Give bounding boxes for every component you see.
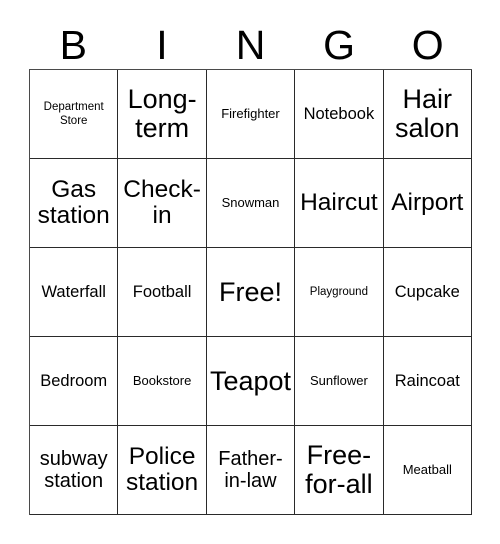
bingo-cell-label: Waterfall bbox=[41, 282, 106, 301]
bingo-cell-free-space[interactable]: Free! bbox=[206, 248, 296, 337]
bingo-cell-label: Notebook bbox=[303, 104, 375, 123]
bingo-cell[interactable]: Raincoat bbox=[383, 337, 472, 426]
bingo-cell-label: Police station bbox=[126, 442, 199, 496]
bingo-cell-label: Father- in-law bbox=[218, 448, 283, 492]
bingo-cell[interactable]: Bookstore bbox=[118, 337, 207, 426]
bingo-cell[interactable]: Department Store bbox=[30, 70, 119, 159]
bingo-cell-label: Football bbox=[132, 282, 192, 301]
bingo-cell-label: Haircut bbox=[300, 188, 378, 216]
bingo-cell-label: Teapot bbox=[209, 365, 292, 396]
bingo-header-row: B I N G O bbox=[29, 22, 472, 69]
bingo-cell-label: Long- term bbox=[127, 84, 197, 143]
bingo-cell-label: Free! bbox=[218, 276, 282, 307]
bingo-cell-label: Hair salon bbox=[395, 84, 460, 143]
bingo-cell[interactable]: Football bbox=[118, 248, 207, 337]
bingo-header-letter-o: O bbox=[411, 22, 444, 68]
bingo-cell-label: Check- in bbox=[123, 175, 201, 229]
bingo-grid: Department Store Long- term Firefighter … bbox=[29, 69, 472, 515]
bingo-cell[interactable]: Bedroom bbox=[30, 337, 119, 426]
bingo-cell[interactable]: Sunflower bbox=[295, 337, 384, 426]
bingo-cell-label: subway station bbox=[39, 448, 108, 492]
bingo-cell[interactable]: Notebook bbox=[295, 70, 384, 159]
bingo-cell[interactable]: Meatball bbox=[383, 426, 472, 515]
bingo-cell[interactable]: Gas station bbox=[30, 159, 119, 248]
bingo-cell[interactable]: Snowman bbox=[206, 159, 296, 248]
bingo-cell[interactable]: Cupcake bbox=[383, 248, 472, 337]
bingo-cell[interactable]: Long- term bbox=[118, 70, 207, 159]
bingo-cell-label: Playground bbox=[309, 285, 368, 298]
bingo-cell[interactable]: Hair salon bbox=[383, 70, 472, 159]
bingo-cell-label: Bookstore bbox=[132, 373, 192, 389]
bingo-cell[interactable]: Haircut bbox=[295, 159, 384, 248]
bingo-cell-label: Free- for-all bbox=[305, 440, 373, 499]
bingo-cell-label: Cupcake bbox=[394, 282, 460, 301]
bingo-header-letter-n: N bbox=[235, 22, 266, 68]
bingo-cell-label: Bedroom bbox=[40, 371, 108, 390]
bingo-cell[interactable]: Waterfall bbox=[30, 248, 119, 337]
bingo-header-letter-g: G bbox=[323, 22, 356, 68]
bingo-cell-label: Raincoat bbox=[394, 371, 460, 390]
bingo-cell[interactable]: Playground bbox=[295, 248, 384, 337]
bingo-cell[interactable]: Airport bbox=[383, 159, 472, 248]
bingo-cell[interactable]: Father- in-law bbox=[206, 426, 296, 515]
bingo-cell[interactable]: Free- for-all bbox=[295, 426, 384, 515]
bingo-cell[interactable]: Police station bbox=[118, 426, 207, 515]
bingo-cell-label: Firefighter bbox=[221, 106, 280, 122]
bingo-cell[interactable]: Check- in bbox=[118, 159, 207, 248]
bingo-cell[interactable]: subway station bbox=[30, 426, 119, 515]
bingo-cell[interactable]: Firefighter bbox=[206, 70, 296, 159]
bingo-cell-label: Snowman bbox=[221, 195, 280, 211]
bingo-cell-label: Gas station bbox=[37, 175, 110, 229]
bingo-cell-label: Department Store bbox=[43, 100, 104, 127]
bingo-cell-label: Airport bbox=[391, 188, 464, 216]
bingo-card: B I N G O Department Store Long- term Fi… bbox=[0, 0, 500, 544]
bingo-cell-label: Sunflower bbox=[309, 373, 368, 389]
bingo-header-letter-b: B bbox=[59, 22, 87, 68]
bingo-header-letter-i: I bbox=[156, 22, 168, 68]
bingo-cell-label: Meatball bbox=[402, 462, 452, 478]
bingo-cell[interactable]: Teapot bbox=[206, 337, 296, 426]
